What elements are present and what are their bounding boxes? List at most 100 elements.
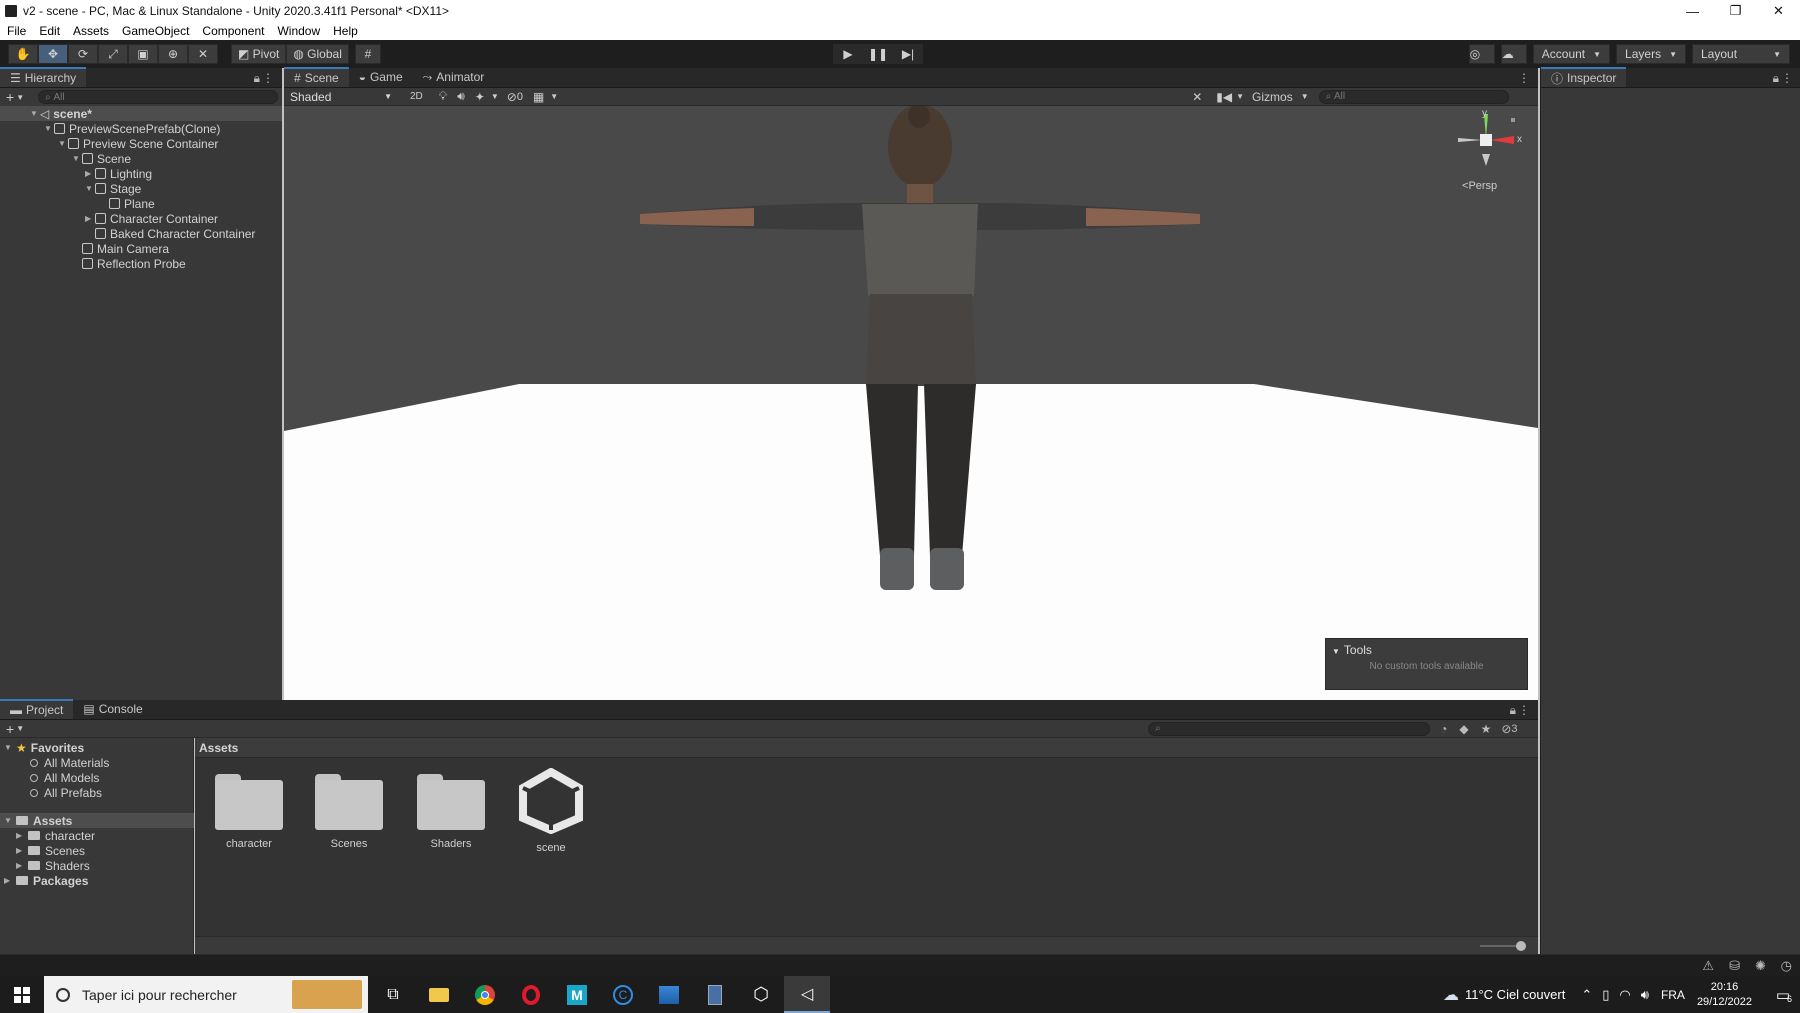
tab-animator[interactable]: ⤳ Animator [413, 67, 495, 87]
weather-cloud-icon[interactable]: ☁ [1443, 985, 1459, 1005]
weather-label[interactable]: 11°C Ciel couvert [1465, 987, 1565, 1002]
projection-toggle[interactable]: <Persp [1462, 180, 1497, 192]
hierarchy-search-input[interactable]: ⌕ All [38, 90, 279, 104]
camera-settings-icon[interactable]: ▮◀ [1216, 90, 1232, 104]
chrome-icon[interactable] [462, 976, 508, 1013]
rotate-tool-icon[interactable]: ⟳ [68, 44, 98, 64]
packages-folder-row[interactable]: ▶ Packages [4, 873, 88, 888]
more-options-icon[interactable]: ⋮ [262, 71, 274, 85]
hierarchy-item-plane[interactable]: Plane [109, 196, 155, 211]
transform-tool-icon[interactable]: ⊕ [158, 44, 188, 64]
collapse-arrow-icon[interactable]: ▶ [16, 846, 28, 855]
asset-folder-character[interactable]: character [205, 774, 293, 850]
menu-file[interactable]: File [7, 24, 26, 38]
chevron-down-icon[interactable]: ▼ [550, 92, 558, 101]
favorite-all-materials[interactable]: All Materials [30, 755, 109, 770]
unity-editor-icon[interactable]: ◁ [784, 976, 830, 1013]
hierarchy-item-reflection-probe[interactable]: Reflection Probe [82, 256, 186, 271]
hierarchy-item-scene-object[interactable]: ▼ Scene [72, 151, 131, 166]
grid-snap-icon[interactable]: # [355, 44, 381, 64]
tab-inspector[interactable]: ⓘ Inspector [1541, 67, 1627, 87]
collab-icon[interactable]: ◎ [1468, 44, 1495, 64]
close-button[interactable]: ✕ [1757, 0, 1800, 22]
start-button[interactable] [0, 976, 44, 1013]
pause-icon[interactable]: ❚❚ [863, 44, 893, 64]
menu-component[interactable]: Component [202, 24, 264, 38]
favorite-all-prefabs[interactable]: All Prefabs [30, 785, 102, 800]
tab-project[interactable]: ▬ Project [0, 699, 74, 719]
folder-shaders-row[interactable]: ▶ Shaders [16, 858, 90, 873]
more-options-icon[interactable]: ⋮ [1781, 71, 1793, 85]
effects-toggle-icon[interactable]: ✦ [475, 90, 485, 104]
scene-search-input[interactable]: ⌕ All [1318, 89, 1509, 104]
chevron-down-icon[interactable]: ▼ [16, 93, 24, 102]
more-options-icon[interactable]: ⋮ [1518, 703, 1530, 717]
assets-folder-row[interactable]: ▼ Assets [4, 813, 72, 828]
chevron-up-icon[interactable]: ⌃ [1581, 987, 1592, 1003]
expand-arrow-icon[interactable]: ▼ [72, 154, 82, 163]
collapse-arrow-icon[interactable]: ▼ [1332, 647, 1340, 656]
scene-viewport[interactable]: y x <Persp [284, 106, 1538, 700]
chevron-down-icon[interactable]: ▼ [491, 92, 499, 101]
toggle-2d-button[interactable]: 2D [410, 91, 423, 102]
tab-console[interactable]: ▤ Console [73, 699, 152, 719]
hierarchy-item-scene[interactable]: ▼ ◁ scene* [6, 106, 92, 121]
lighting-toggle-icon[interactable]: 💡︎ [439, 89, 447, 104]
file-explorer-icon[interactable] [416, 976, 462, 1013]
custom-tool-icon[interactable]: ✕ [188, 44, 218, 64]
menu-help[interactable]: Help [333, 24, 358, 38]
asset-folder-shaders[interactable]: Shaders [407, 774, 495, 850]
wifi-icon[interactable]: ◠ [1619, 987, 1630, 1003]
expand-arrow-icon[interactable]: ▼ [30, 109, 40, 118]
play-icon[interactable]: ▶ [833, 44, 863, 64]
menu-assets[interactable]: Assets [73, 24, 109, 38]
tab-hierarchy[interactable]: ☰ Hierarchy [0, 67, 87, 87]
add-icon[interactable]: + [6, 721, 14, 737]
icon-size-slider-handle[interactable] [1516, 941, 1526, 951]
asset-folder-scenes[interactable]: Scenes [305, 774, 393, 850]
shading-mode-dropdown[interactable]: Shaded ▼ [286, 89, 396, 105]
menu-gameobject[interactable]: GameObject [122, 24, 189, 38]
chevron-down-icon[interactable]: ▼ [1236, 92, 1244, 101]
expand-arrow-icon[interactable]: ▼ [58, 139, 68, 148]
hierarchy-item-character-container[interactable]: ▶ Character Container [85, 211, 218, 226]
hierarchy-item-preview-container[interactable]: ▼ Preview Scene Container [58, 136, 218, 151]
volume-icon[interactable]: 🔊︎ [1641, 987, 1649, 1003]
task-view-icon[interactable]: ⧉ [370, 976, 416, 1013]
hierarchy-item-stage[interactable]: ▼ Stage [85, 181, 141, 196]
lock-icon[interactable]: 🔒︎ [1773, 71, 1779, 86]
app-m-icon[interactable]: M [554, 976, 600, 1013]
clock[interactable]: 20:16 29/12/2022 [1697, 980, 1752, 1010]
breadcrumb[interactable]: Assets [195, 738, 1538, 758]
collapse-arrow-icon[interactable]: ▶ [85, 214, 95, 223]
add-icon[interactable]: + [6, 89, 14, 105]
move-tool-icon[interactable]: ✥ [38, 44, 68, 64]
project-search-input[interactable]: ⌕ [1148, 721, 1431, 736]
cache-icon[interactable]: ⛁ [1729, 958, 1740, 974]
layout-dropdown[interactable]: Layout ▼ [1692, 44, 1790, 64]
grid-toggle-icon[interactable]: ▦ [533, 90, 544, 104]
hierarchy-item-main-camera[interactable]: Main Camera [82, 241, 169, 256]
expand-arrow-icon[interactable]: ▼ [85, 184, 95, 193]
language-indicator[interactable]: FRA [1661, 988, 1685, 1002]
folder-character-row[interactable]: ▶ character [16, 828, 95, 843]
app-c-icon[interactable]: C [600, 976, 646, 1013]
menu-edit[interactable]: Edit [39, 24, 60, 38]
lock-icon[interactable]: 🔒︎ [1510, 703, 1516, 718]
expand-arrow-icon[interactable]: ▼ [4, 743, 16, 752]
tab-game[interactable]: ◒ Game [349, 67, 413, 87]
hand-tool-icon[interactable]: ✋ [8, 44, 38, 64]
rect-tool-icon[interactable]: ▣ [128, 44, 158, 64]
minimize-button[interactable]: — [1671, 0, 1714, 22]
collapse-arrow-icon[interactable]: ▶ [16, 861, 28, 870]
folder-scenes-row[interactable]: ▶ Scenes [16, 843, 85, 858]
filter-by-label-icon[interactable]: ◆ [1459, 722, 1468, 736]
gizmos-dropdown[interactable]: Gizmos ▼ [1252, 90, 1309, 104]
hidden-packages-icon[interactable]: ⊘ [1501, 722, 1511, 736]
unity-hub-icon[interactable]: ⬡ [738, 976, 784, 1013]
taskbar-search-input[interactable]: Taper ici pour rechercher [44, 976, 368, 1013]
scale-tool-icon[interactable]: ⤢ [98, 44, 128, 64]
step-icon[interactable]: ▶| [893, 44, 923, 64]
orientation-gizmo[interactable]: y x <Persp [1456, 108, 1526, 204]
pivot-toggle[interactable]: ◩ Pivot [231, 44, 287, 64]
